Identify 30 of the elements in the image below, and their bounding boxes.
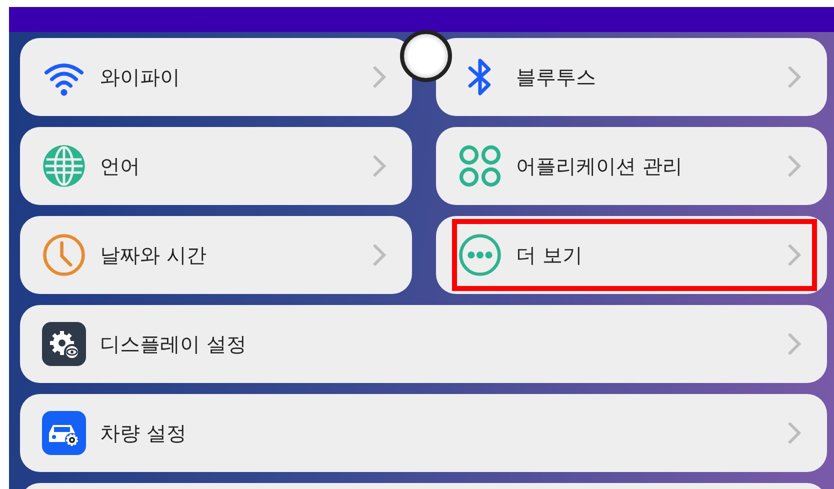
settings-item[interactable]: 더 보기: [436, 216, 827, 294]
chevron-icon: [372, 65, 386, 89]
display-settings-icon: [42, 322, 86, 366]
chevron-icon: [787, 154, 801, 178]
item-label: 블루투스: [516, 64, 597, 90]
apps-icon: [458, 144, 502, 188]
settings-item[interactable]: 어플리케이션 관리: [436, 127, 827, 205]
settings-item[interactable]: 와이파이: [20, 38, 412, 116]
car-settings-icon: [42, 411, 86, 455]
chevron-icon: [787, 421, 801, 445]
item-label: 차량 설정: [100, 420, 188, 446]
chevron-icon: [787, 65, 801, 89]
item-label: 더 보기: [516, 242, 584, 268]
item-label: 디스플레이 설정: [100, 330, 248, 358]
clock-icon: [42, 233, 86, 277]
settings-item[interactable]: 블루투스: [436, 38, 827, 116]
chevron-icon: [787, 243, 801, 267]
item-label: 와이파이: [100, 64, 181, 90]
chevron-icon: [372, 243, 386, 267]
settings-item[interactable]: 디스플레이 설정: [20, 305, 827, 383]
settings-item[interactable]: 언어: [20, 127, 412, 205]
item-label: 날짜와 시간: [100, 242, 208, 268]
item-label: 어플리케이션 관리: [516, 152, 684, 180]
more-icon: [458, 233, 502, 277]
settings-item[interactable]: 차량 설정: [20, 394, 827, 472]
item-label: 언어: [100, 152, 141, 180]
chevron-icon: [372, 154, 386, 178]
settings-item[interactable]: 날짜와 시간: [20, 216, 412, 294]
chevron-icon: [787, 332, 801, 356]
globe-icon: [42, 144, 86, 188]
